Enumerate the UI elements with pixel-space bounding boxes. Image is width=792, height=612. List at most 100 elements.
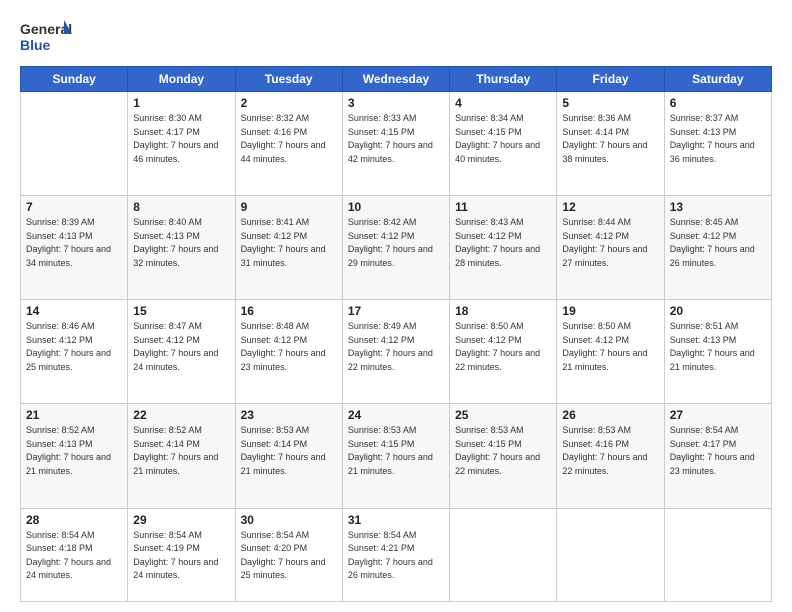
day-number: 26 bbox=[562, 408, 658, 422]
day-info: Sunrise: 8:41 AMSunset: 4:12 PMDaylight:… bbox=[241, 216, 337, 270]
calendar-cell: 18 Sunrise: 8:50 AMSunset: 4:12 PMDayligh… bbox=[450, 300, 557, 404]
calendar-cell: 22 Sunrise: 8:52 AMSunset: 4:14 PMDayligh… bbox=[128, 404, 235, 508]
day-number: 12 bbox=[562, 200, 658, 214]
day-info: Sunrise: 8:52 AMSunset: 4:14 PMDaylight:… bbox=[133, 424, 229, 478]
header: GeneralBlue bbox=[20, 18, 772, 56]
day-number: 30 bbox=[241, 513, 337, 527]
calendar-cell: 26 Sunrise: 8:53 AMSunset: 4:16 PMDayligh… bbox=[557, 404, 664, 508]
calendar-cell: 2 Sunrise: 8:32 AMSunset: 4:16 PMDaylight… bbox=[235, 92, 342, 196]
logo: GeneralBlue bbox=[20, 18, 80, 56]
calendar-cell: 13 Sunrise: 8:45 AMSunset: 4:12 PMDayligh… bbox=[664, 196, 771, 300]
day-number: 7 bbox=[26, 200, 122, 214]
calendar-cell: 29Sunrise: 8:54 AMSunset: 4:19 PMDayligh… bbox=[128, 508, 235, 602]
calendar-cell bbox=[557, 508, 664, 602]
calendar-cell: 4Sunrise: 8:34 AMSunset: 4:15 PMDaylight… bbox=[450, 92, 557, 196]
calendar-cell: 14 Sunrise: 8:46 AMSunset: 4:12 PMDayligh… bbox=[21, 300, 128, 404]
calendar-cell: 16 Sunrise: 8:48 AMSunset: 4:12 PMDayligh… bbox=[235, 300, 342, 404]
day-number: 21 bbox=[26, 408, 122, 422]
day-number: 25 bbox=[455, 408, 551, 422]
day-number: 15 bbox=[133, 304, 229, 318]
day-info: Sunrise: 8:54 AMSunset: 4:21 PMDaylight:… bbox=[348, 529, 444, 583]
calendar-cell: 6 Sunrise: 8:37 AMSunset: 4:13 PMDaylight… bbox=[664, 92, 771, 196]
week-row-4: 21 Sunrise: 8:52 AMSunset: 4:13 PMDayligh… bbox=[21, 404, 772, 508]
calendar-cell: 21 Sunrise: 8:52 AMSunset: 4:13 PMDayligh… bbox=[21, 404, 128, 508]
day-info: Sunrise: 8:36 AMSunset: 4:14 PMDaylight:… bbox=[562, 112, 658, 166]
day-info: Sunrise: 8:43 AMSunset: 4:12 PMDaylight:… bbox=[455, 216, 551, 270]
calendar-cell: 28 Sunrise: 8:54 AMSunset: 4:18 PMDayligh… bbox=[21, 508, 128, 602]
day-number: 28 bbox=[26, 513, 122, 527]
day-number: 4 bbox=[455, 96, 551, 110]
calendar-cell: 10 Sunrise: 8:42 AMSunset: 4:12 PMDayligh… bbox=[342, 196, 449, 300]
day-number: 29 bbox=[133, 513, 229, 527]
day-info: Sunrise: 8:30 AMSunset: 4:17 PMDaylight:… bbox=[133, 112, 229, 166]
weekday-header-thursday: Thursday bbox=[450, 67, 557, 92]
day-number: 8 bbox=[133, 200, 229, 214]
calendar-cell: 30 Sunrise: 8:54 AMSunset: 4:20 PMDayligh… bbox=[235, 508, 342, 602]
day-info: Sunrise: 8:50 AMSunset: 4:12 PMDaylight:… bbox=[455, 320, 551, 374]
day-info: Sunrise: 8:54 AMSunset: 4:20 PMDaylight:… bbox=[241, 529, 337, 583]
calendar-cell: 11Sunrise: 8:43 AMSunset: 4:12 PMDayligh… bbox=[450, 196, 557, 300]
day-number: 10 bbox=[348, 200, 444, 214]
day-info: Sunrise: 8:48 AMSunset: 4:12 PMDaylight:… bbox=[241, 320, 337, 374]
weekday-header-monday: Monday bbox=[128, 67, 235, 92]
weekday-header-row: SundayMondayTuesdayWednesdayThursdayFrid… bbox=[21, 67, 772, 92]
calendar-cell: 9 Sunrise: 8:41 AMSunset: 4:12 PMDaylight… bbox=[235, 196, 342, 300]
calendar-cell: 25 Sunrise: 8:53 AMSunset: 4:15 PMDayligh… bbox=[450, 404, 557, 508]
day-info: Sunrise: 8:52 AMSunset: 4:13 PMDaylight:… bbox=[26, 424, 122, 478]
day-info: Sunrise: 8:40 AMSunset: 4:13 PMDaylight:… bbox=[133, 216, 229, 270]
day-info: Sunrise: 8:53 AMSunset: 4:16 PMDaylight:… bbox=[562, 424, 658, 478]
svg-text:Blue: Blue bbox=[20, 37, 51, 53]
calendar-cell: 7 Sunrise: 8:39 AMSunset: 4:13 PMDaylight… bbox=[21, 196, 128, 300]
day-info: Sunrise: 8:33 AMSunset: 4:15 PMDaylight:… bbox=[348, 112, 444, 166]
day-info: Sunrise: 8:54 AMSunset: 4:18 PMDaylight:… bbox=[26, 529, 122, 583]
calendar-cell: 1 Sunrise: 8:30 AMSunset: 4:17 PMDaylight… bbox=[128, 92, 235, 196]
day-info: Sunrise: 8:51 AMSunset: 4:13 PMDaylight:… bbox=[670, 320, 766, 374]
day-number: 16 bbox=[241, 304, 337, 318]
day-number: 17 bbox=[348, 304, 444, 318]
day-number: 9 bbox=[241, 200, 337, 214]
calendar-cell: 17 Sunrise: 8:49 AMSunset: 4:12 PMDayligh… bbox=[342, 300, 449, 404]
day-info: Sunrise: 8:39 AMSunset: 4:13 PMDaylight:… bbox=[26, 216, 122, 270]
calendar-cell: 27Sunrise: 8:54 AMSunset: 4:17 PMDayligh… bbox=[664, 404, 771, 508]
calendar-cell: 20 Sunrise: 8:51 AMSunset: 4:13 PMDayligh… bbox=[664, 300, 771, 404]
weekday-header-wednesday: Wednesday bbox=[342, 67, 449, 92]
calendar-cell: 12 Sunrise: 8:44 AMSunset: 4:12 PMDayligh… bbox=[557, 196, 664, 300]
day-number: 5 bbox=[562, 96, 658, 110]
day-info: Sunrise: 8:42 AMSunset: 4:12 PMDaylight:… bbox=[348, 216, 444, 270]
calendar-cell: 24 Sunrise: 8:53 AMSunset: 4:15 PMDayligh… bbox=[342, 404, 449, 508]
day-number: 19 bbox=[562, 304, 658, 318]
day-info: Sunrise: 8:37 AMSunset: 4:13 PMDaylight:… bbox=[670, 112, 766, 166]
day-number: 20 bbox=[670, 304, 766, 318]
calendar-cell: 31Sunrise: 8:54 AMSunset: 4:21 PMDayligh… bbox=[342, 508, 449, 602]
weekday-header-friday: Friday bbox=[557, 67, 664, 92]
day-number: 1 bbox=[133, 96, 229, 110]
day-number: 18 bbox=[455, 304, 551, 318]
day-info: Sunrise: 8:49 AMSunset: 4:12 PMDaylight:… bbox=[348, 320, 444, 374]
calendar-cell bbox=[450, 508, 557, 602]
day-number: 24 bbox=[348, 408, 444, 422]
calendar-cell: 8 Sunrise: 8:40 AMSunset: 4:13 PMDaylight… bbox=[128, 196, 235, 300]
day-info: Sunrise: 8:44 AMSunset: 4:12 PMDaylight:… bbox=[562, 216, 658, 270]
day-number: 14 bbox=[26, 304, 122, 318]
day-number: 22 bbox=[133, 408, 229, 422]
page: GeneralBlue SundayMondayTuesdayWednesday… bbox=[0, 0, 792, 612]
day-info: Sunrise: 8:46 AMSunset: 4:12 PMDaylight:… bbox=[26, 320, 122, 374]
day-info: Sunrise: 8:53 AMSunset: 4:14 PMDaylight:… bbox=[241, 424, 337, 478]
calendar-cell: 15 Sunrise: 8:47 AMSunset: 4:12 PMDayligh… bbox=[128, 300, 235, 404]
day-info: Sunrise: 8:47 AMSunset: 4:12 PMDaylight:… bbox=[133, 320, 229, 374]
day-info: Sunrise: 8:32 AMSunset: 4:16 PMDaylight:… bbox=[241, 112, 337, 166]
calendar-cell: 19Sunrise: 8:50 AMSunset: 4:12 PMDayligh… bbox=[557, 300, 664, 404]
day-info: Sunrise: 8:53 AMSunset: 4:15 PMDaylight:… bbox=[455, 424, 551, 478]
day-info: Sunrise: 8:54 AMSunset: 4:17 PMDaylight:… bbox=[670, 424, 766, 478]
day-number: 13 bbox=[670, 200, 766, 214]
day-number: 6 bbox=[670, 96, 766, 110]
logo-svg: GeneralBlue bbox=[20, 18, 80, 56]
day-number: 2 bbox=[241, 96, 337, 110]
day-info: Sunrise: 8:53 AMSunset: 4:15 PMDaylight:… bbox=[348, 424, 444, 478]
week-row-3: 14 Sunrise: 8:46 AMSunset: 4:12 PMDayligh… bbox=[21, 300, 772, 404]
calendar-cell: 5 Sunrise: 8:36 AMSunset: 4:14 PMDaylight… bbox=[557, 92, 664, 196]
weekday-header-sunday: Sunday bbox=[21, 67, 128, 92]
calendar-cell: 23 Sunrise: 8:53 AMSunset: 4:14 PMDayligh… bbox=[235, 404, 342, 508]
day-info: Sunrise: 8:45 AMSunset: 4:12 PMDaylight:… bbox=[670, 216, 766, 270]
day-number: 23 bbox=[241, 408, 337, 422]
